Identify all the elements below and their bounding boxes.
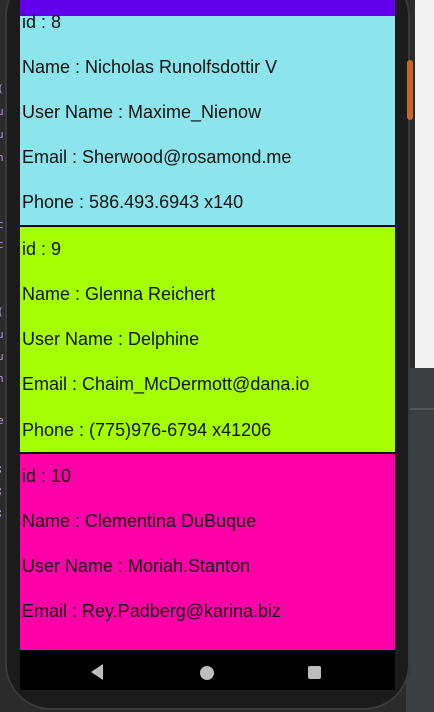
navigation-bar [20, 650, 395, 690]
user-phone: Phone : (775)976-6794 x41206 [22, 420, 272, 440]
user-id: id : 10 [22, 466, 72, 486]
user-id: id : 8 [22, 12, 62, 32]
user-username: User Name : Delphine [22, 329, 200, 349]
ide-panel-dark [406, 368, 434, 712]
user-username: User Name : Maxime_Nienow [22, 102, 262, 122]
user-phone: Phone : 586.493.6943 x140 [22, 192, 244, 212]
user-email: Email : Rey.Padberg@karina.biz [22, 601, 282, 621]
ide-divider [406, 408, 434, 410]
user-email: Email : Sherwood@rosamond.me [22, 147, 292, 167]
user-name: Name : Nicholas Runolfsdottir V [22, 57, 278, 77]
emulator-screen: id : 8 Name : Nicholas Runolfsdottir V U… [20, 0, 395, 690]
back-icon[interactable] [91, 664, 103, 680]
ide-panel-light [415, 0, 434, 368]
user-card[interactable]: id : 10 Name : Clementina DuBuque User N… [20, 454, 395, 650]
recents-icon[interactable] [308, 666, 321, 679]
user-email: Email : Chaim_McDermott@dana.io [22, 374, 310, 394]
user-card[interactable]: id : 9 Name : Glenna Reichert User Name … [20, 227, 395, 452]
user-name: Name : Glenna Reichert [22, 284, 216, 304]
user-username: User Name : Moriah.Stanton [22, 556, 251, 576]
home-icon[interactable] [200, 666, 214, 680]
phone-side-button[interactable] [407, 60, 413, 120]
user-card[interactable]: id : 8 Name : Nicholas Runolfsdottir V U… [20, 12, 395, 225]
status-bar [20, 0, 395, 16]
user-name: Name : Clementina DuBuque [22, 511, 257, 531]
user-id: id : 9 [22, 239, 62, 259]
